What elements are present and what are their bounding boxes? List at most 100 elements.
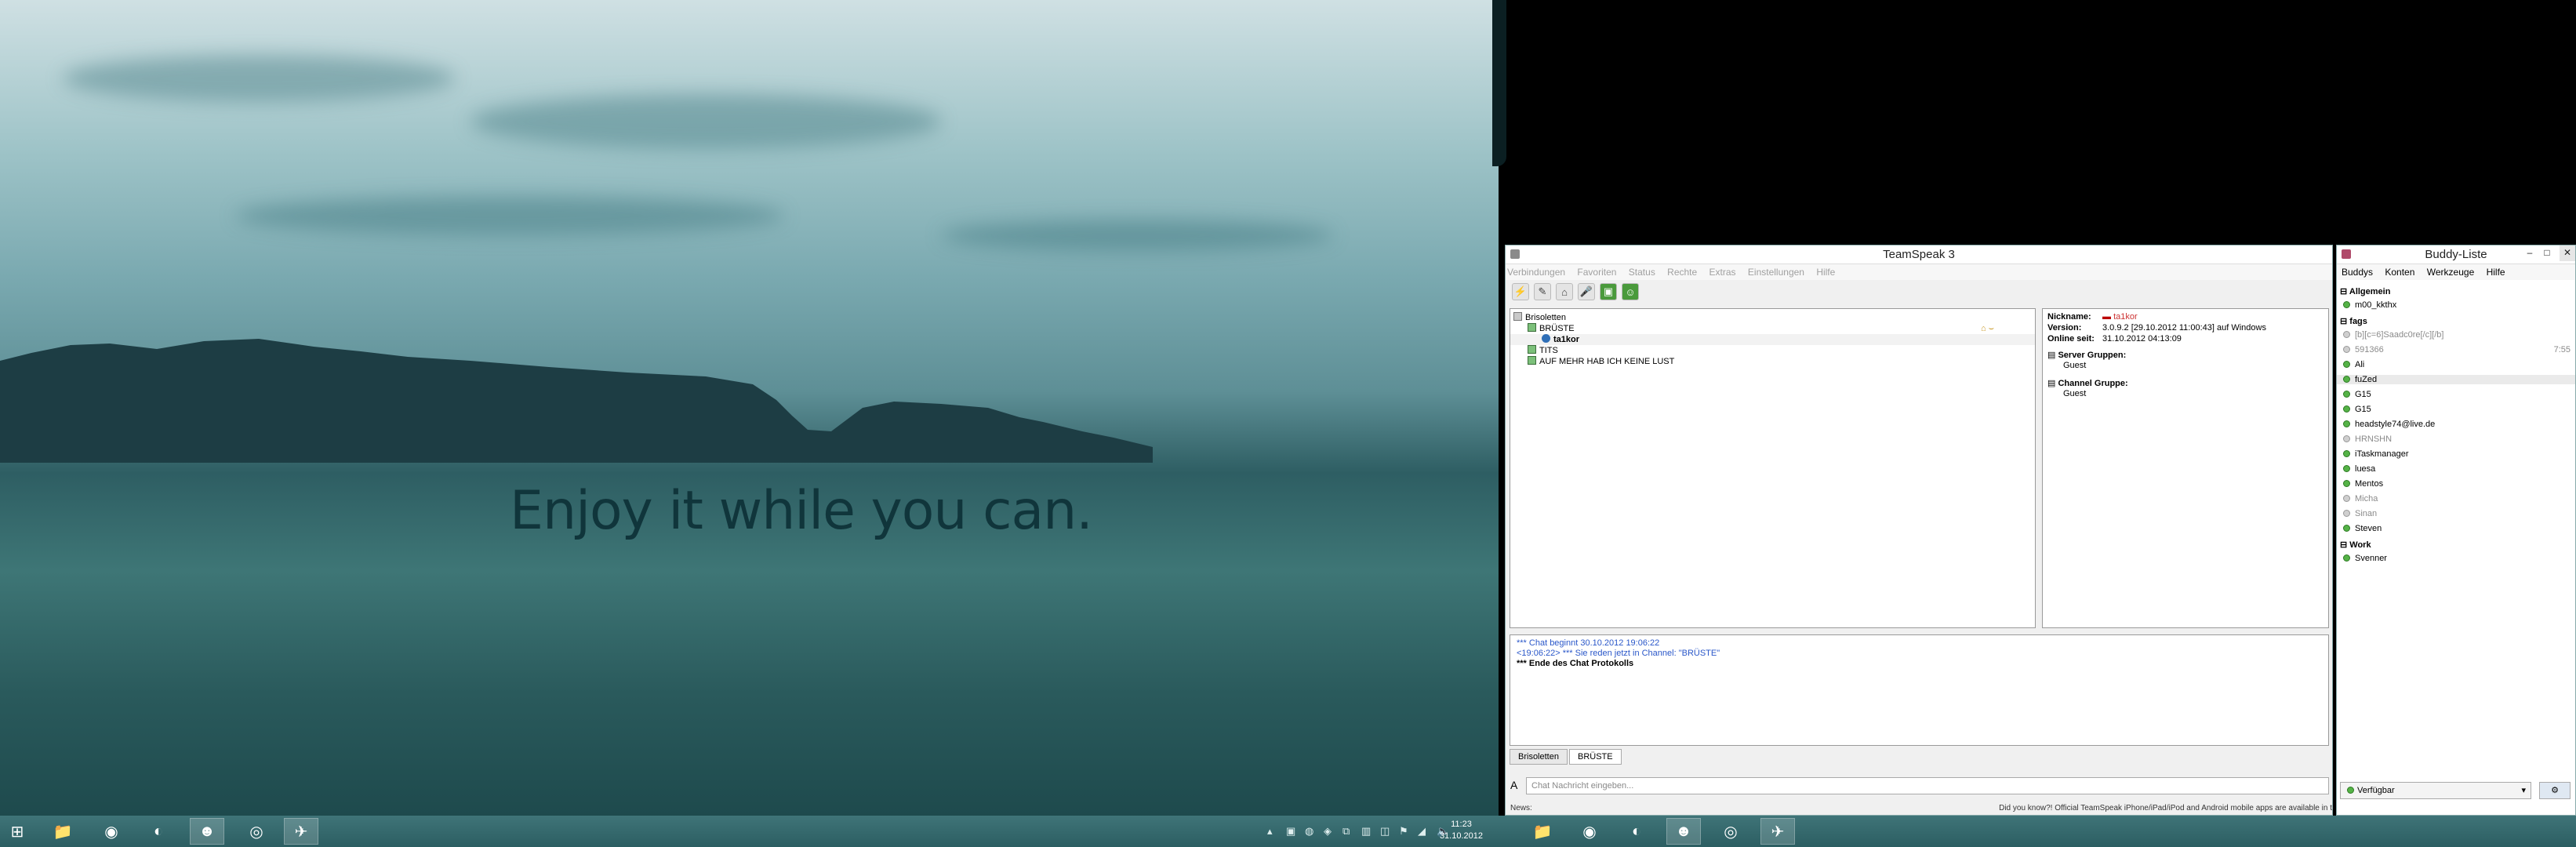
menu-konten[interactable]: Konten (2385, 267, 2414, 278)
menu-rechte[interactable]: Rechte (1667, 267, 1697, 278)
buddy-item[interactable]: luesa (2343, 464, 2375, 474)
teamspeak-icon[interactable]: ✈ (284, 818, 318, 845)
server-group-value: Guest (2063, 361, 2087, 370)
steam-icon[interactable]: ◐ (1619, 818, 1654, 845)
away-icon[interactable]: ⌂ (1556, 283, 1573, 300)
teamspeak-toolbar: ⚡ ✎ ⌂ 🎤 ▣ ☺ (1506, 280, 2332, 304)
chat-line: *** Ende des Chat Protokolls (1517, 659, 1634, 668)
tray-app-icon[interactable]: ▣ (1286, 825, 1295, 838)
teamspeak-titlebar[interactable]: TeamSpeak 3 (1506, 245, 2332, 264)
menu-hilfe[interactable]: Hilfe (2487, 267, 2505, 278)
buddy-item[interactable]: m00_kkthx (2343, 300, 2396, 310)
tray-app-icon[interactable]: ⧉ (1342, 825, 1350, 838)
group-fags[interactable]: ⊟ fags (2340, 316, 2367, 326)
buddy-list-titlebar[interactable]: Buddy-Liste – □ ✕ (2337, 245, 2575, 264)
explorer-icon[interactable]: 📁 (45, 818, 80, 845)
flag-icon[interactable]: ⚑ (1399, 825, 1408, 838)
tray-arrow-icon[interactable]: ▴ (1267, 825, 1273, 838)
tray-app-icon[interactable]: ◫ (1380, 825, 1390, 838)
buddy-item[interactable]: Sinan (2343, 509, 2377, 518)
buddy-app-icon (2342, 249, 2351, 259)
user-icon[interactable]: ☺ (1622, 283, 1639, 300)
spotify-icon[interactable]: ◎ (1713, 818, 1748, 845)
buddy-menubar: Buddys Konten Werkzeuge Hilfe (2337, 264, 2575, 280)
channel-icon (1528, 323, 1536, 332)
menu-extras[interactable]: Extras (1709, 267, 1736, 278)
teamspeak-window: TeamSpeak 3 Verbindungen Favoriten Statu… (1505, 245, 2333, 816)
buddy-item[interactable]: [b][c=6]Saadc0re[/c][/b] (2343, 330, 2443, 340)
server-row[interactable]: Brisoletten (1513, 312, 1566, 323)
menu-hilfe[interactable]: Hilfe (1816, 267, 1835, 278)
group-work[interactable]: ⊟ Work (2340, 540, 2371, 550)
steam-icon[interactable]: ◐ (141, 818, 176, 845)
news-label: News: (1510, 804, 1532, 812)
menu-buddys[interactable]: Buddys (2342, 267, 2373, 278)
status-select[interactable]: Verfügbar ▾ (2340, 782, 2531, 799)
menu-verbindungen[interactable]: Verbindungen (1507, 267, 1565, 278)
buddy-item[interactable]: G15 (2343, 390, 2371, 399)
clock[interactable]: 11:23 31.10.2012 (1440, 819, 1483, 842)
buddy-item[interactable]: Steven (2343, 524, 2382, 533)
maximize-icon[interactable]: □ (2539, 245, 2555, 261)
group-allgemein[interactable]: ⊟ Allgemein (2340, 286, 2390, 296)
chat-line: <19:06:22> *** Sie reden jetzt in Channe… (1517, 649, 1720, 658)
buddy-item[interactable]: Ali (2343, 360, 2364, 369)
island-silhouette (0, 339, 1153, 463)
buddy-item[interactable]: fuZed (2337, 375, 2575, 384)
online-status-icon (2343, 525, 2350, 532)
tray-app-icon[interactable]: ◈ (1324, 825, 1332, 838)
menu-werkzeuge[interactable]: Werkzeuge (2427, 267, 2474, 278)
mute-microphone-icon[interactable]: 🎤 (1578, 283, 1595, 300)
chat-input[interactable]: Chat Nachricht eingeben... (1526, 777, 2329, 794)
buddy-item[interactable]: 591366 7:55 (2343, 345, 2571, 354)
account-settings-icon[interactable]: ⚙ (2539, 782, 2571, 799)
connect-icon[interactable]: ⚡ (1512, 283, 1529, 300)
news-ticker[interactable]: Did you know?! Official TeamSpeak iPhone… (1999, 802, 2332, 815)
buddy-app-icon[interactable]: ☻ (1666, 818, 1701, 845)
text-format-icon[interactable]: A (1510, 779, 1517, 791)
teamspeak-title: TeamSpeak 3 (1883, 248, 1955, 261)
channel-row[interactable]: TITS (1528, 345, 1558, 356)
network-icon[interactable]: ◢ (1418, 825, 1426, 838)
menu-favoriten[interactable]: Favoriten (1577, 267, 1616, 278)
chat-tabs: Brisoletten BRÜSTE (1510, 749, 1623, 765)
spotify-icon[interactable]: ◎ (239, 818, 274, 845)
menu-einstellungen[interactable]: Einstellungen (1748, 267, 1804, 278)
nickname-label: Nickname: (2047, 312, 2091, 322)
teamspeak-menubar: Verbindungen Favoriten Status Rechte Ext… (1506, 264, 2332, 280)
explorer-icon[interactable]: 📁 (1525, 818, 1560, 845)
chrome-icon[interactable]: ◉ (94, 818, 129, 845)
buddy-item[interactable]: G15 (2343, 405, 2371, 414)
buddy-item[interactable]: Mentos (2343, 479, 2383, 489)
channel-row[interactable]: AUF MEHR HAB ICH KEINE LUST (1528, 356, 1674, 367)
channel-tree: Brisoletten BRÜSTE ⌂ ⌣ ta1kor TITS AUF M… (1510, 308, 2036, 628)
teamspeak-icon[interactable]: ✈ (1760, 818, 1795, 845)
server-groups-icon: ▤ (2047, 351, 2058, 360)
tray-app-icon[interactable]: ◍ (1305, 825, 1313, 838)
buddy-app-icon[interactable]: ☻ (190, 818, 224, 845)
chat-log: *** Chat beginnt 30.10.2012 19:06:22 <19… (1510, 634, 2329, 746)
user-row[interactable]: ta1kor (1510, 334, 2035, 345)
tray-app-icon[interactable]: ▥ (1361, 825, 1371, 838)
menu-status[interactable]: Status (1629, 267, 1655, 278)
taskbar-primary: ⊞ 📁 ◉ ◐ ☻ ◎ ✈ ▴ ▣ ◍ ◈ ⧉ ▥ ◫ ⚑ ◢ 🔈 11:23 … (0, 816, 1502, 847)
buddy-item[interactable]: headstyle74@live.de (2343, 420, 2435, 429)
tab-server[interactable]: Brisoletten (1510, 749, 1568, 765)
flag-icon: ▬ (2102, 312, 2114, 322)
buddy-item[interactable]: Svenner (2343, 554, 2387, 563)
available-status-icon (2347, 787, 2354, 794)
clock-time: 11:23 (1451, 820, 1472, 829)
buddy-item[interactable]: iTaskmanager (2343, 449, 2408, 459)
start-icon[interactable]: ⊞ (0, 818, 35, 845)
identity-icon[interactable]: ▣ (1600, 283, 1617, 300)
buddy-item[interactable]: HRNSHN (2343, 434, 2392, 444)
tab-channel[interactable]: BRÜSTE (1568, 749, 1622, 765)
channel-row[interactable]: BRÜSTE (1528, 323, 1575, 334)
window-edge-strip (1492, 0, 1506, 166)
chrome-icon[interactable]: ◉ (1572, 818, 1607, 845)
buddy-item[interactable]: Micha (2343, 494, 2378, 503)
bookmark-icon[interactable]: ✎ (1534, 283, 1551, 300)
desktop-wallpaper: Enjoy it while you can. (0, 0, 1499, 816)
minimize-icon[interactable]: – (2522, 245, 2538, 261)
close-icon[interactable]: ✕ (2560, 245, 2575, 261)
